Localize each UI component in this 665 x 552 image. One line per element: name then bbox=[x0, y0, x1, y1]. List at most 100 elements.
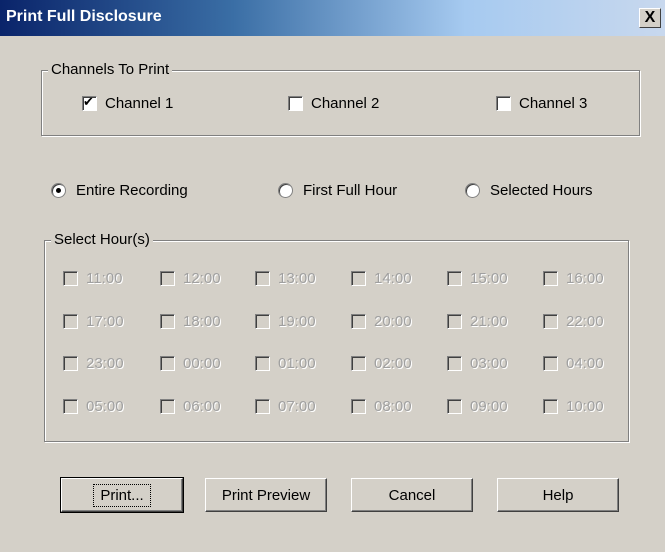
hour-label: 16:00 bbox=[566, 269, 604, 287]
hour-checkbox[interactable]: 18:00 bbox=[160, 311, 221, 331]
checkbox-box bbox=[82, 94, 97, 111]
hour-label: 21:00 bbox=[470, 312, 508, 330]
channel-3-checkbox[interactable]: Channel 3 bbox=[496, 93, 587, 113]
hour-checkbox[interactable]: 17:00 bbox=[63, 311, 124, 331]
checkbox-box bbox=[160, 313, 175, 329]
hour-checkbox[interactable]: 07:00 bbox=[255, 396, 316, 416]
channel-2-checkbox[interactable]: Channel 2 bbox=[288, 93, 379, 113]
hour-label: 07:00 bbox=[278, 397, 316, 415]
hour-label: 06:00 bbox=[183, 397, 221, 415]
hour-checkbox[interactable]: 15:00 bbox=[447, 268, 508, 288]
checkbox-box bbox=[496, 95, 511, 111]
hour-checkbox[interactable]: 02:00 bbox=[351, 353, 412, 373]
checkbox-label: Channel 2 bbox=[311, 94, 380, 112]
hour-checkbox[interactable]: 04:00 bbox=[543, 353, 604, 373]
checkbox-box bbox=[351, 355, 366, 371]
hour-label: 11:00 bbox=[86, 269, 123, 287]
print-button[interactable]: Print... bbox=[60, 477, 184, 513]
hour-label: 03:00 bbox=[470, 354, 508, 372]
select-hours-group: Select Hour(s) bbox=[44, 231, 629, 442]
help-button[interactable]: Help bbox=[497, 478, 619, 512]
checkbox-box bbox=[255, 398, 270, 414]
hour-checkbox[interactable]: 14:00 bbox=[351, 268, 412, 288]
hour-label: 13:00 bbox=[278, 269, 316, 287]
title-bar: Print Full Disclosure X bbox=[0, 0, 665, 36]
checkbox-label: Channel 1 bbox=[105, 94, 174, 112]
channel-1-checkbox[interactable]: Channel 1 bbox=[82, 93, 173, 113]
hour-checkbox[interactable]: 20:00 bbox=[351, 311, 412, 331]
close-icon: X bbox=[644, 9, 656, 26]
checkbox-box bbox=[543, 313, 558, 329]
hour-checkbox[interactable]: 08:00 bbox=[351, 396, 412, 416]
hour-label: 15:00 bbox=[470, 269, 508, 287]
hour-checkbox[interactable]: 01:00 bbox=[255, 353, 316, 373]
hour-label: 17:00 bbox=[86, 312, 124, 330]
hour-label: 04:00 bbox=[566, 354, 604, 372]
hour-checkbox[interactable]: 13:00 bbox=[255, 268, 316, 288]
hour-checkbox[interactable]: 16:00 bbox=[543, 268, 604, 288]
checkbox-box bbox=[255, 270, 270, 286]
checkbox-box bbox=[160, 355, 175, 371]
checkbox-box bbox=[160, 270, 175, 286]
hour-label: 09:00 bbox=[470, 397, 508, 415]
hour-label: 22:00 bbox=[566, 312, 604, 330]
checkbox-box bbox=[63, 270, 78, 286]
hour-label: 23:00 bbox=[86, 354, 124, 372]
checkbox-box bbox=[447, 270, 462, 286]
checkbox-box bbox=[447, 398, 462, 414]
print-preview-button[interactable]: Print Preview bbox=[205, 478, 327, 512]
hour-checkbox[interactable]: 21:00 bbox=[447, 311, 508, 331]
checkbox-box bbox=[160, 398, 175, 414]
radio-dot bbox=[465, 182, 480, 198]
checkbox-box bbox=[255, 355, 270, 371]
hour-label: 01:00 bbox=[278, 354, 316, 372]
dialog-title: Print Full Disclosure bbox=[6, 8, 162, 25]
hour-checkbox[interactable]: 19:00 bbox=[255, 311, 316, 331]
hour-label: 12:00 bbox=[183, 269, 221, 287]
hour-label: 20:00 bbox=[374, 312, 412, 330]
radio-first-full-hour[interactable]: First Full Hour bbox=[278, 180, 397, 200]
checkbox-box bbox=[255, 313, 270, 329]
hour-checkbox[interactable]: 06:00 bbox=[160, 396, 221, 416]
radio-label: Entire Recording bbox=[76, 181, 188, 199]
checkbox-box bbox=[543, 355, 558, 371]
checkbox-box bbox=[63, 313, 78, 329]
print-button-label: Print... bbox=[93, 483, 151, 507]
radio-dot bbox=[51, 182, 66, 198]
hour-label: 19:00 bbox=[278, 312, 316, 330]
checkbox-box bbox=[543, 270, 558, 286]
radio-label: Selected Hours bbox=[490, 181, 593, 199]
radio-entire-recording[interactable]: Entire Recording bbox=[51, 180, 188, 200]
hour-label: 00:00 bbox=[183, 354, 221, 372]
checkbox-box bbox=[447, 355, 462, 371]
hour-label: 08:00 bbox=[374, 397, 412, 415]
hour-checkbox[interactable]: 00:00 bbox=[160, 353, 221, 373]
hour-checkbox[interactable]: 22:00 bbox=[543, 311, 604, 331]
checkbox-box bbox=[351, 270, 366, 286]
hour-checkbox[interactable]: 05:00 bbox=[63, 396, 124, 416]
select-hours-label: Select Hour(s) bbox=[51, 231, 153, 248]
hour-checkbox[interactable]: 09:00 bbox=[447, 396, 508, 416]
checkbox-box bbox=[63, 398, 78, 414]
hour-checkbox[interactable]: 11:00 bbox=[63, 268, 122, 288]
hour-checkbox[interactable]: 03:00 bbox=[447, 353, 508, 373]
checkbox-box bbox=[288, 95, 303, 111]
close-button[interactable]: X bbox=[639, 8, 661, 28]
checkbox-box bbox=[63, 355, 78, 371]
hour-checkbox[interactable]: 10:00 bbox=[543, 396, 604, 416]
hour-label: 05:00 bbox=[86, 397, 124, 415]
radio-dot bbox=[278, 182, 293, 198]
checkbox-label: Channel 3 bbox=[519, 94, 588, 112]
hour-checkbox[interactable]: 12:00 bbox=[160, 268, 221, 288]
hour-label: 14:00 bbox=[374, 269, 412, 287]
checkbox-box bbox=[543, 398, 558, 414]
cancel-button[interactable]: Cancel bbox=[351, 478, 473, 512]
checkbox-box bbox=[351, 398, 366, 414]
checkbox-box bbox=[351, 313, 366, 329]
radio-label: First Full Hour bbox=[303, 181, 398, 199]
hour-label: 10:00 bbox=[566, 397, 604, 415]
radio-selected-hours[interactable]: Selected Hours bbox=[465, 180, 593, 200]
hour-label: 02:00 bbox=[374, 354, 412, 372]
hour-label: 18:00 bbox=[183, 312, 221, 330]
hour-checkbox[interactable]: 23:00 bbox=[63, 353, 124, 373]
